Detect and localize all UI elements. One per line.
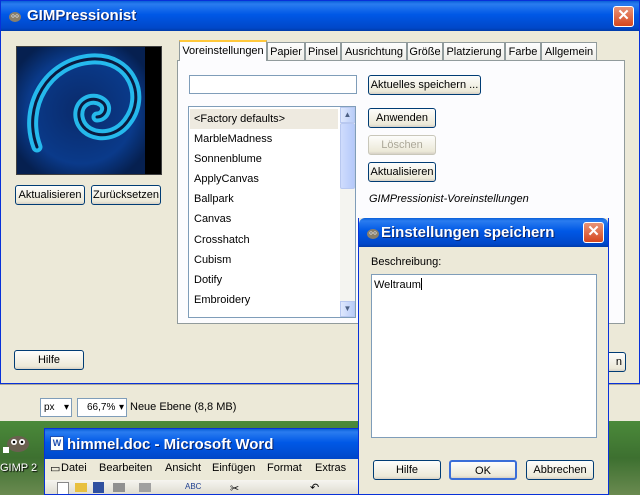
menu-format[interactable]: Format bbox=[267, 462, 302, 474]
delete-button[interactable]: Löschen bbox=[368, 135, 436, 155]
list-item[interactable]: Cubism bbox=[194, 251, 231, 269]
open-folder-icon[interactable] bbox=[75, 483, 87, 492]
description-value: Weltraum bbox=[374, 279, 421, 291]
list-item[interactable]: Sonnenblume bbox=[194, 150, 262, 168]
undo-icon[interactable]: ↶ bbox=[310, 481, 319, 494]
print-preview-icon[interactable] bbox=[139, 483, 151, 492]
zoom-select[interactable]: 66,7% ▾ bbox=[77, 398, 127, 417]
apply-button[interactable]: Anwenden bbox=[368, 108, 436, 128]
help-button[interactable]: Hilfe bbox=[14, 350, 84, 370]
dialog-ok-button[interactable]: OK bbox=[449, 460, 517, 480]
gimp-desktop-icon[interactable] bbox=[2, 432, 38, 462]
tab-papier[interactable]: Papier bbox=[267, 42, 305, 61]
scroll-thumb[interactable] bbox=[340, 123, 355, 189]
dialog-help-button[interactable]: Hilfe bbox=[373, 460, 441, 480]
close-icon: ✕ bbox=[617, 7, 630, 24]
dialog-title-bar[interactable]: Einstellungen speichern ✕ bbox=[359, 218, 608, 247]
gimp-icon bbox=[3, 436, 29, 453]
list-item[interactable]: Dotify bbox=[194, 271, 222, 289]
list-item[interactable]: Crosshatch bbox=[194, 231, 250, 249]
preview-reset-button[interactable]: Zurücksetzen bbox=[91, 185, 161, 205]
word-window: W himmel.doc - Microsoft Word ▭ Datei Be… bbox=[44, 428, 360, 495]
chevron-down-icon: ▾ bbox=[63, 402, 69, 413]
word-menu-doc-icon[interactable]: ▭ bbox=[50, 462, 60, 475]
menu-extras[interactable]: Extras bbox=[315, 462, 346, 474]
list-item[interactable]: <Factory defaults> bbox=[194, 110, 285, 128]
word-title-bar[interactable]: W himmel.doc - Microsoft Word bbox=[45, 429, 359, 459]
save-settings-dialog: Einstellungen speichern ✕ Beschreibung: … bbox=[358, 218, 609, 495]
save-current-button[interactable]: Aktuelles speichern ... bbox=[368, 75, 481, 95]
preview-image bbox=[16, 46, 162, 175]
save-disk-icon[interactable] bbox=[93, 482, 104, 493]
tab-platzierung[interactable]: Platzierung bbox=[443, 42, 505, 61]
dialog-title: Einstellungen speichern bbox=[381, 224, 555, 241]
preset-name-input[interactable] bbox=[189, 75, 357, 94]
preview-refresh-button[interactable]: Aktualisieren bbox=[15, 185, 85, 205]
chevron-down-icon: ▼ bbox=[343, 304, 352, 313]
close-icon: ✕ bbox=[587, 223, 600, 240]
gimp-icon bbox=[9, 12, 21, 22]
list-item[interactable]: Ballpark bbox=[194, 190, 234, 208]
dialog-cancel-button[interactable]: Abbrechen bbox=[526, 460, 594, 480]
list-scrollbar[interactable]: ▲ ▼ bbox=[340, 107, 355, 317]
preset-list[interactable]: <Factory defaults> MarbleMadness Sonnenb… bbox=[188, 106, 356, 318]
list-item[interactable]: ApplyCanvas bbox=[194, 170, 259, 188]
new-document-icon[interactable] bbox=[57, 482, 69, 494]
tab-ausrichtung[interactable]: Ausrichtung bbox=[341, 42, 407, 61]
text-caret bbox=[420, 278, 422, 290]
tab-farbe[interactable]: Farbe bbox=[505, 42, 541, 61]
chevron-down-icon: ▾ bbox=[118, 402, 124, 413]
zoom-value: 66,7% bbox=[87, 402, 116, 413]
tab-voreinstellungen[interactable]: Voreinstellungen bbox=[179, 40, 267, 61]
description-textarea[interactable]: Weltraum bbox=[371, 274, 597, 438]
unit-select[interactable]: px ▾ bbox=[40, 398, 72, 417]
refresh-presets-button[interactable]: Aktualisieren bbox=[368, 162, 436, 182]
scroll-up-button[interactable]: ▲ bbox=[340, 107, 355, 123]
word-doc-icon: W bbox=[50, 436, 64, 451]
unit-value: px bbox=[44, 402, 55, 413]
cut-icon[interactable]: ✂ bbox=[230, 482, 239, 494]
tab-allgemein[interactable]: Allgemein bbox=[541, 42, 597, 61]
window-title: GIMPressionist bbox=[27, 7, 137, 24]
word-window-title: himmel.doc - Microsoft Word bbox=[67, 436, 274, 453]
description-label: Beschreibung: bbox=[371, 256, 442, 268]
spiral-preview bbox=[17, 47, 161, 174]
list-item[interactable]: Canvas bbox=[194, 210, 231, 228]
close-button[interactable]: ✕ bbox=[613, 6, 634, 27]
menu-bearbeiten[interactable]: Bearbeiten bbox=[99, 462, 152, 474]
print-icon[interactable] bbox=[113, 483, 125, 492]
gimp-desktop-label: GIMP 2 bbox=[0, 462, 38, 474]
tab-pinsel[interactable]: Pinsel bbox=[305, 42, 341, 61]
word-toolbar: ABC ✂ ↶ bbox=[45, 480, 359, 494]
gimp-icon bbox=[367, 229, 379, 239]
layer-info: Neue Ebene (8,8 MB) bbox=[130, 401, 237, 413]
preset-description: GIMPressionist-Voreinstellungen bbox=[369, 193, 529, 205]
title-bar[interactable]: GIMPressionist ✕ bbox=[1, 1, 639, 31]
list-item[interactable]: MarbleMadness bbox=[194, 130, 272, 148]
menu-datei[interactable]: Datei bbox=[61, 462, 87, 474]
menu-ansicht[interactable]: Ansicht bbox=[165, 462, 201, 474]
menu-einfuegen[interactable]: Einfügen bbox=[212, 462, 255, 474]
chevron-up-icon: ▲ bbox=[343, 110, 352, 119]
tab-groesse[interactable]: Größe bbox=[407, 42, 443, 61]
spellcheck-icon[interactable]: ABC bbox=[185, 482, 201, 491]
dialog-close-button[interactable]: ✕ bbox=[583, 222, 604, 243]
scroll-down-button[interactable]: ▼ bbox=[340, 301, 355, 317]
list-item[interactable]: Embroidery bbox=[194, 291, 250, 309]
